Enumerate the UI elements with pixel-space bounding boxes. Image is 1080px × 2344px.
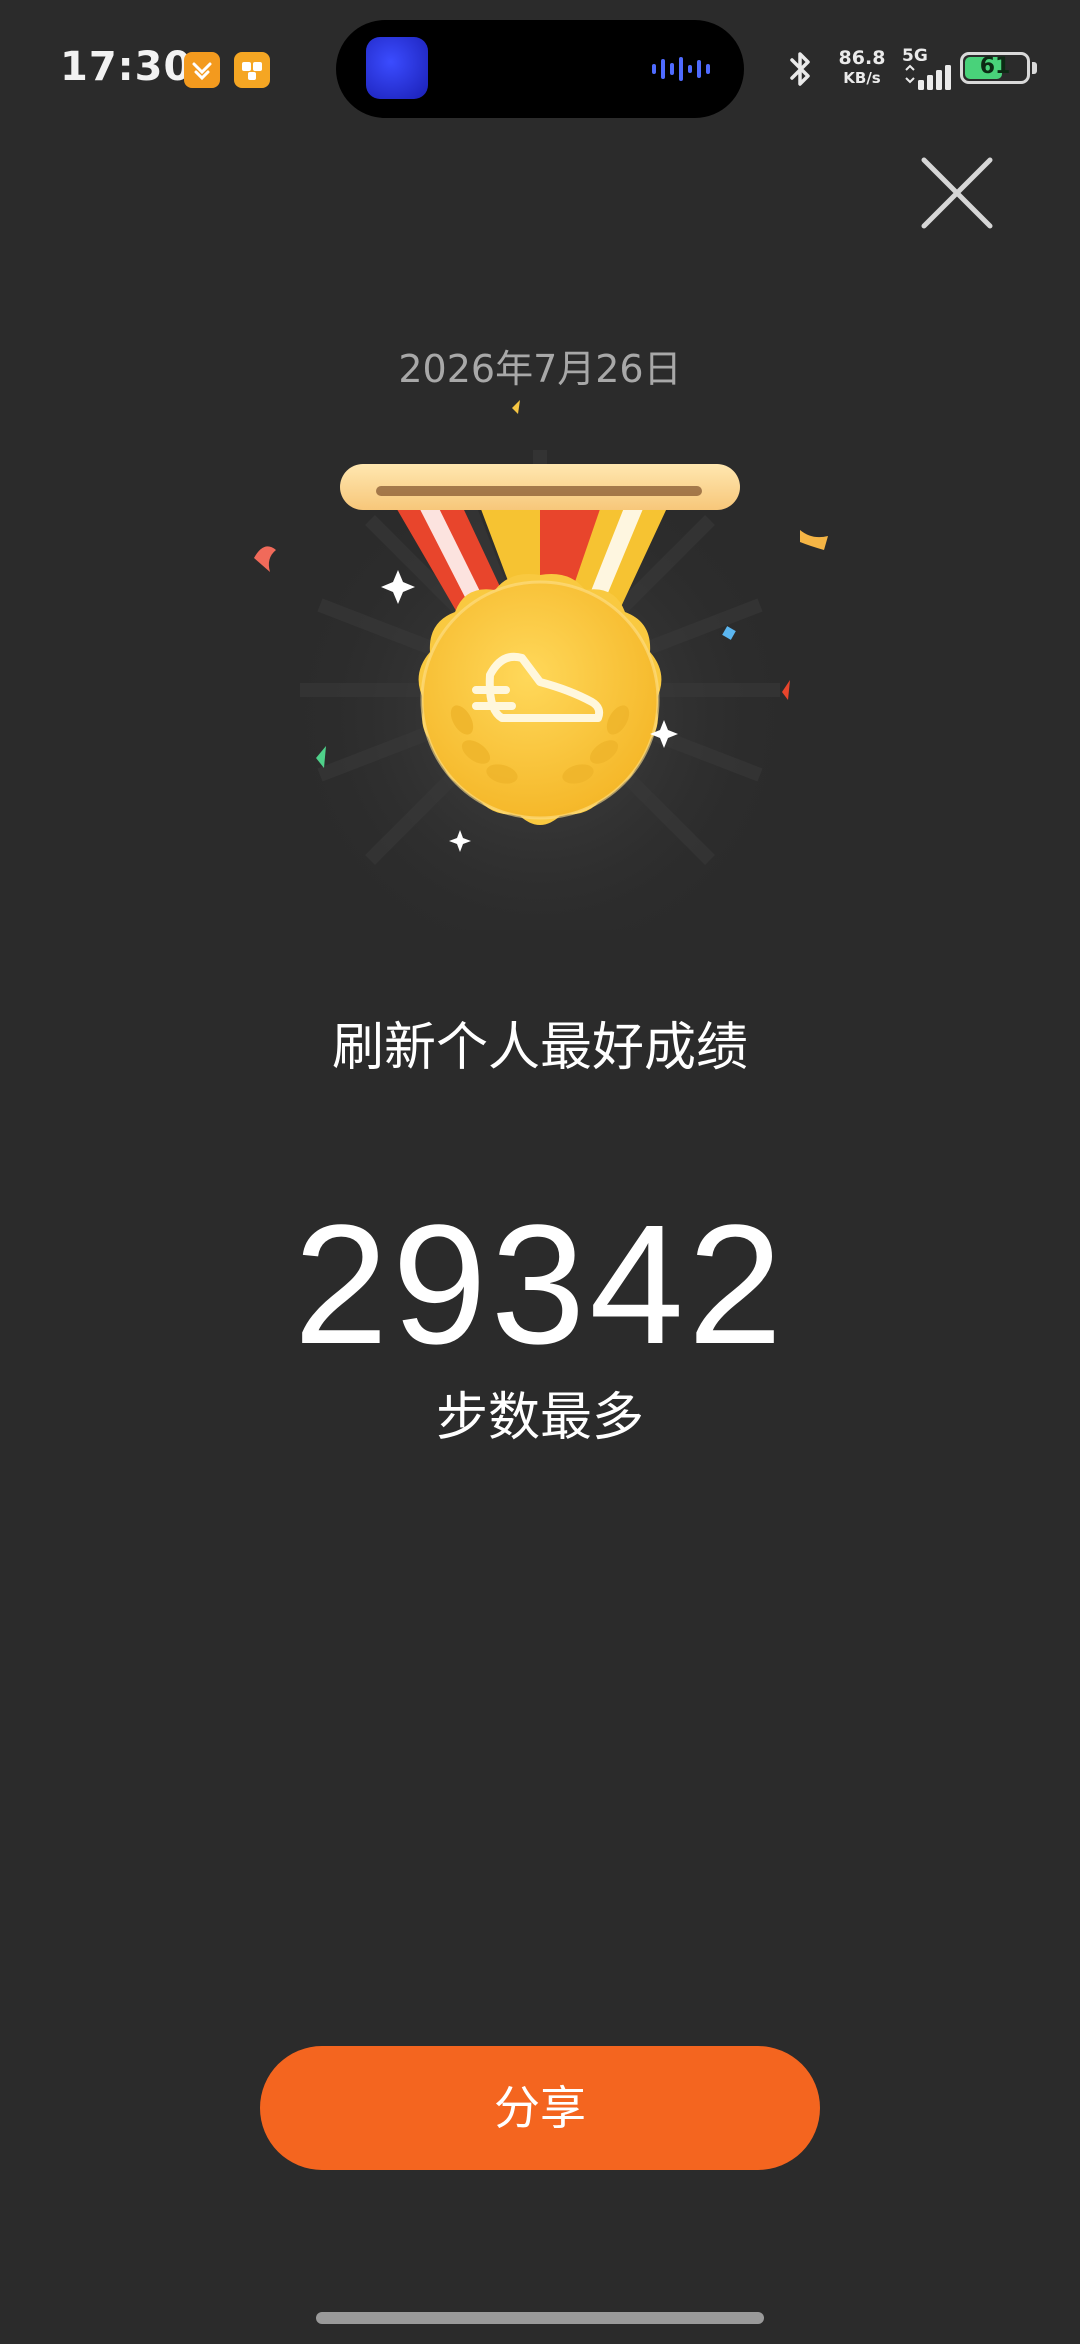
audio-wave-icon xyxy=(652,57,710,81)
record-value: 29342 xyxy=(293,1190,787,1380)
medal-illustration xyxy=(240,390,840,950)
signal-type-label: 5G xyxy=(902,46,928,66)
home-indicator[interactable] xyxy=(316,2312,764,2324)
share-button[interactable]: 分享 xyxy=(260,2046,820,2170)
network-speed-unit: KB/s xyxy=(843,69,881,87)
signal-icon xyxy=(905,64,951,90)
running-shoe-medal-icon xyxy=(254,400,828,950)
network-speed-value: 86.8 xyxy=(838,47,886,69)
status-bar: 17:30 86.8 KB/s 5G 61 xyxy=(0,0,1080,140)
dynamic-island[interactable] xyxy=(336,20,744,118)
battery-icon: 61 xyxy=(960,52,1030,84)
close-icon xyxy=(921,157,993,229)
battery-cap xyxy=(1032,62,1037,74)
media-avatar-icon xyxy=(366,37,428,99)
achievement-headline: 刷新个人最好成绩 xyxy=(331,1018,748,1078)
close-button[interactable] xyxy=(912,148,1002,238)
status-time: 17:30 xyxy=(60,44,193,90)
app-notification-icon xyxy=(234,52,270,88)
network-speed: 86.8 KB/s xyxy=(834,48,890,88)
bluetooth-icon xyxy=(790,52,810,86)
record-label: 步数最多 xyxy=(435,1388,644,1448)
record-date: 2026年7月26日 xyxy=(398,347,682,391)
app-notification-icon xyxy=(184,52,220,88)
battery-level: 61 xyxy=(979,54,1011,79)
